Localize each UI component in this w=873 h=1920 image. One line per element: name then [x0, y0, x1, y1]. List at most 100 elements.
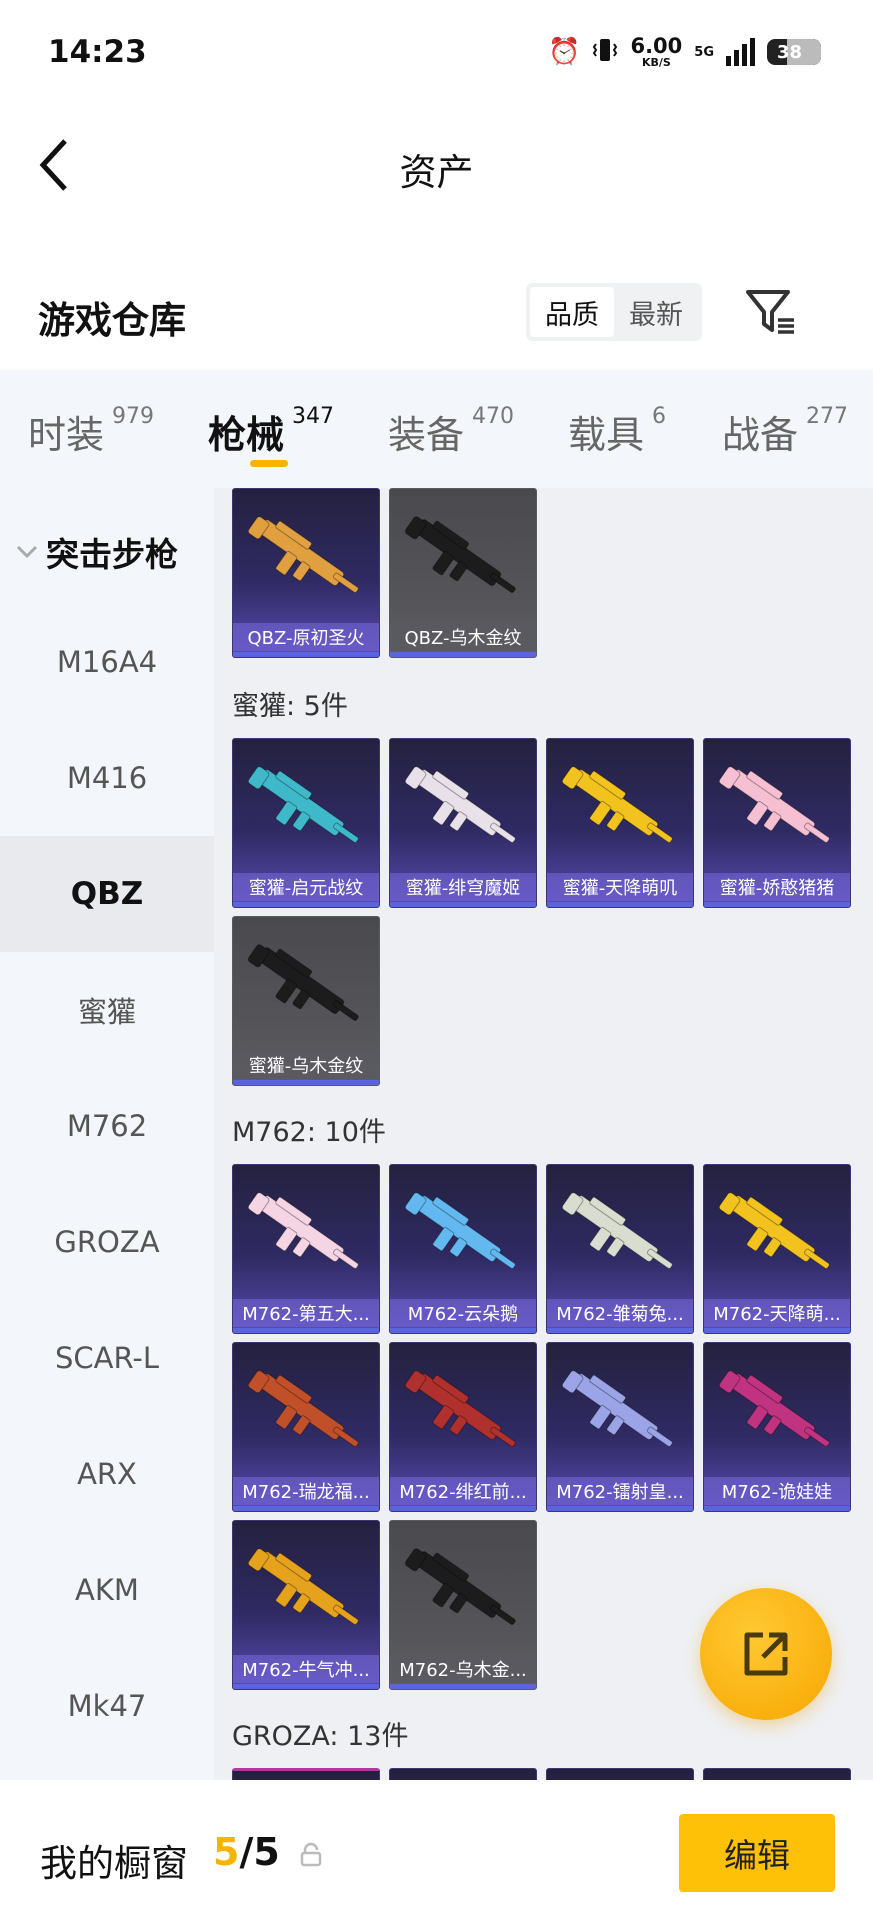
section-title: 游戏仓库	[38, 299, 186, 342]
group-label-m762: M762: 10件	[232, 1117, 386, 1148]
item-card-partial[interactable]	[232, 1768, 380, 1780]
item-card[interactable]: M762-云朵鹅	[389, 1164, 537, 1334]
share-external-icon	[744, 1632, 788, 1676]
sidebar-item-scar-l[interactable]: SCAR-L	[0, 1300, 214, 1416]
chevron-down-icon	[16, 545, 38, 559]
sidebar-item-m762[interactable]: M762	[0, 1068, 214, 1184]
alarm-icon: ⏰	[548, 37, 581, 67]
sidebar-item-mk47[interactable]: Mk47	[0, 1648, 214, 1764]
item-name: M762-第五大...	[233, 1299, 379, 1327]
filter-icon	[746, 290, 794, 334]
weapon-image	[718, 1370, 830, 1447]
weapon-image	[404, 1192, 516, 1269]
edit-button[interactable]: 编辑	[679, 1814, 835, 1892]
item-name: M762-瑞龙福...	[233, 1477, 379, 1505]
item-name: 蜜獾-启元战纹	[233, 873, 379, 901]
sort-toggle: 品质 最新	[526, 283, 702, 341]
tab-equipment[interactable]: 装备 470	[388, 370, 568, 488]
quality-bar	[233, 1506, 379, 1511]
sidebar-item-m416[interactable]: M416	[0, 720, 214, 836]
group-label-groza: GROZA: 13件	[232, 1721, 409, 1752]
tab-vehicles[interactable]: 载具 6	[568, 370, 722, 488]
status-time: 14:23	[48, 34, 147, 70]
item-name: 蜜獾-绯穹魔姬	[390, 873, 536, 901]
item-name: M762-云朵鹅	[390, 1299, 536, 1327]
item-name: M762-镭射皇...	[547, 1477, 693, 1505]
weapon-image	[561, 1192, 673, 1269]
quality-bar	[390, 1328, 536, 1333]
net-speed: 6.00 KB/S	[630, 34, 683, 69]
share-fab-button[interactable]	[700, 1588, 832, 1720]
tab-supplies[interactable]: 战备 277	[722, 370, 872, 488]
weapon-image	[404, 1370, 516, 1447]
weapon-image	[718, 1192, 830, 1269]
sidebar-item-akm[interactable]: AKM	[0, 1532, 214, 1648]
item-card[interactable]: M762-雏菊兔...	[546, 1164, 694, 1334]
item-card[interactable]: 蜜獾-启元战纹	[232, 738, 380, 908]
tab-guns[interactable]: 枪械 347	[208, 370, 388, 488]
network-5g-icon: 5G	[694, 44, 714, 60]
battery-icon: 38	[767, 39, 821, 65]
category-tabs: 时装 979 枪械 347 装备 470 载具 6 战备 277	[0, 370, 873, 488]
sort-option-quality[interactable]: 品质	[530, 287, 614, 337]
sidebar-item-arx[interactable]: ARX	[0, 1416, 214, 1532]
item-card[interactable]: M762-第五大...	[232, 1164, 380, 1334]
item-name: M762-绯红前...	[390, 1477, 536, 1505]
signal-icon	[726, 38, 755, 66]
item-card[interactable]: QBZ-原初圣火	[232, 488, 380, 658]
item-card[interactable]: QBZ-乌木金纹	[389, 488, 537, 658]
weapon-image	[561, 766, 673, 843]
weapon-image	[247, 1548, 359, 1625]
item-card-partial[interactable]	[703, 1768, 851, 1780]
weapon-image	[247, 1370, 359, 1447]
weapon-image	[247, 516, 359, 593]
weapon-image	[404, 766, 516, 843]
tab-fashion[interactable]: 时装 979	[28, 370, 208, 488]
item-name: 蜜獾-乌木金纹	[233, 1051, 379, 1079]
quality-bar	[233, 1328, 379, 1333]
sidebar-group-assault-rifle[interactable]: 突击步枪	[16, 528, 178, 576]
sidebar-item-qbz[interactable]: QBZ	[0, 836, 214, 952]
sidebar-item-groza[interactable]: GROZA	[0, 1184, 214, 1300]
quality-bar	[704, 1506, 850, 1511]
item-card[interactable]: 蜜獾-乌木金纹	[232, 916, 380, 1086]
item-card[interactable]: M762-瑞龙福...	[232, 1342, 380, 1512]
sidebar-item-m16a4[interactable]: M16A4	[0, 604, 214, 720]
sidebar-item-honey-badger[interactable]: 蜜獾	[0, 952, 214, 1068]
item-name: 蜜獾-娇憨猪猪	[704, 873, 850, 901]
item-card-partial[interactable]	[389, 1768, 537, 1780]
sort-option-latest[interactable]: 最新	[614, 287, 698, 337]
item-name: QBZ-乌木金纹	[390, 623, 536, 651]
item-card[interactable]: M762-诡娃娃	[703, 1342, 851, 1512]
weapon-sidebar: 突击步枪 M16A4 M416 QBZ 蜜獾 M762 GROZA SCAR-L…	[0, 488, 214, 1780]
status-bar: 14:23 ⏰ 6.00 KB/S 5G 38	[0, 0, 873, 100]
item-card[interactable]: 蜜獾-绯穹魔姬	[389, 738, 537, 908]
weapon-image	[561, 1370, 673, 1447]
filter-button[interactable]	[742, 282, 802, 342]
item-name: M762-牛气冲...	[233, 1655, 379, 1683]
quality-bar	[233, 1684, 379, 1689]
item-card[interactable]: M762-乌木金...	[389, 1520, 537, 1690]
item-name: M762-乌木金...	[390, 1655, 536, 1683]
quality-bar	[390, 1506, 536, 1511]
item-name: M762-诡娃娃	[704, 1477, 850, 1505]
item-card[interactable]: M762-天降萌...	[703, 1164, 851, 1334]
tab-active-indicator	[250, 460, 288, 467]
weapon-image	[404, 1548, 516, 1625]
item-card[interactable]: 蜜獾-娇憨猪猪	[703, 738, 851, 908]
weapon-image	[404, 516, 516, 593]
item-name: M762-天降萌...	[704, 1299, 850, 1327]
item-card-partial[interactable]	[546, 1768, 694, 1780]
item-card[interactable]: M762-牛气冲...	[232, 1520, 380, 1690]
item-card[interactable]: 蜜獾-天降萌叽	[546, 738, 694, 908]
quality-bar	[547, 902, 693, 907]
quality-bar	[547, 1328, 693, 1333]
quality-bar	[390, 652, 536, 657]
item-card[interactable]: M762-绯红前...	[389, 1342, 537, 1512]
item-card[interactable]: M762-镭射皇...	[546, 1342, 694, 1512]
quality-bar	[704, 902, 850, 907]
app-header: 资产	[0, 100, 873, 230]
item-grid: 蜜獾: 5件 M762: 10件 GROZA: 13件 QBZ-原初圣火 QBZ…	[214, 488, 873, 1780]
weapon-image	[247, 766, 359, 843]
quality-bar	[547, 1506, 693, 1511]
